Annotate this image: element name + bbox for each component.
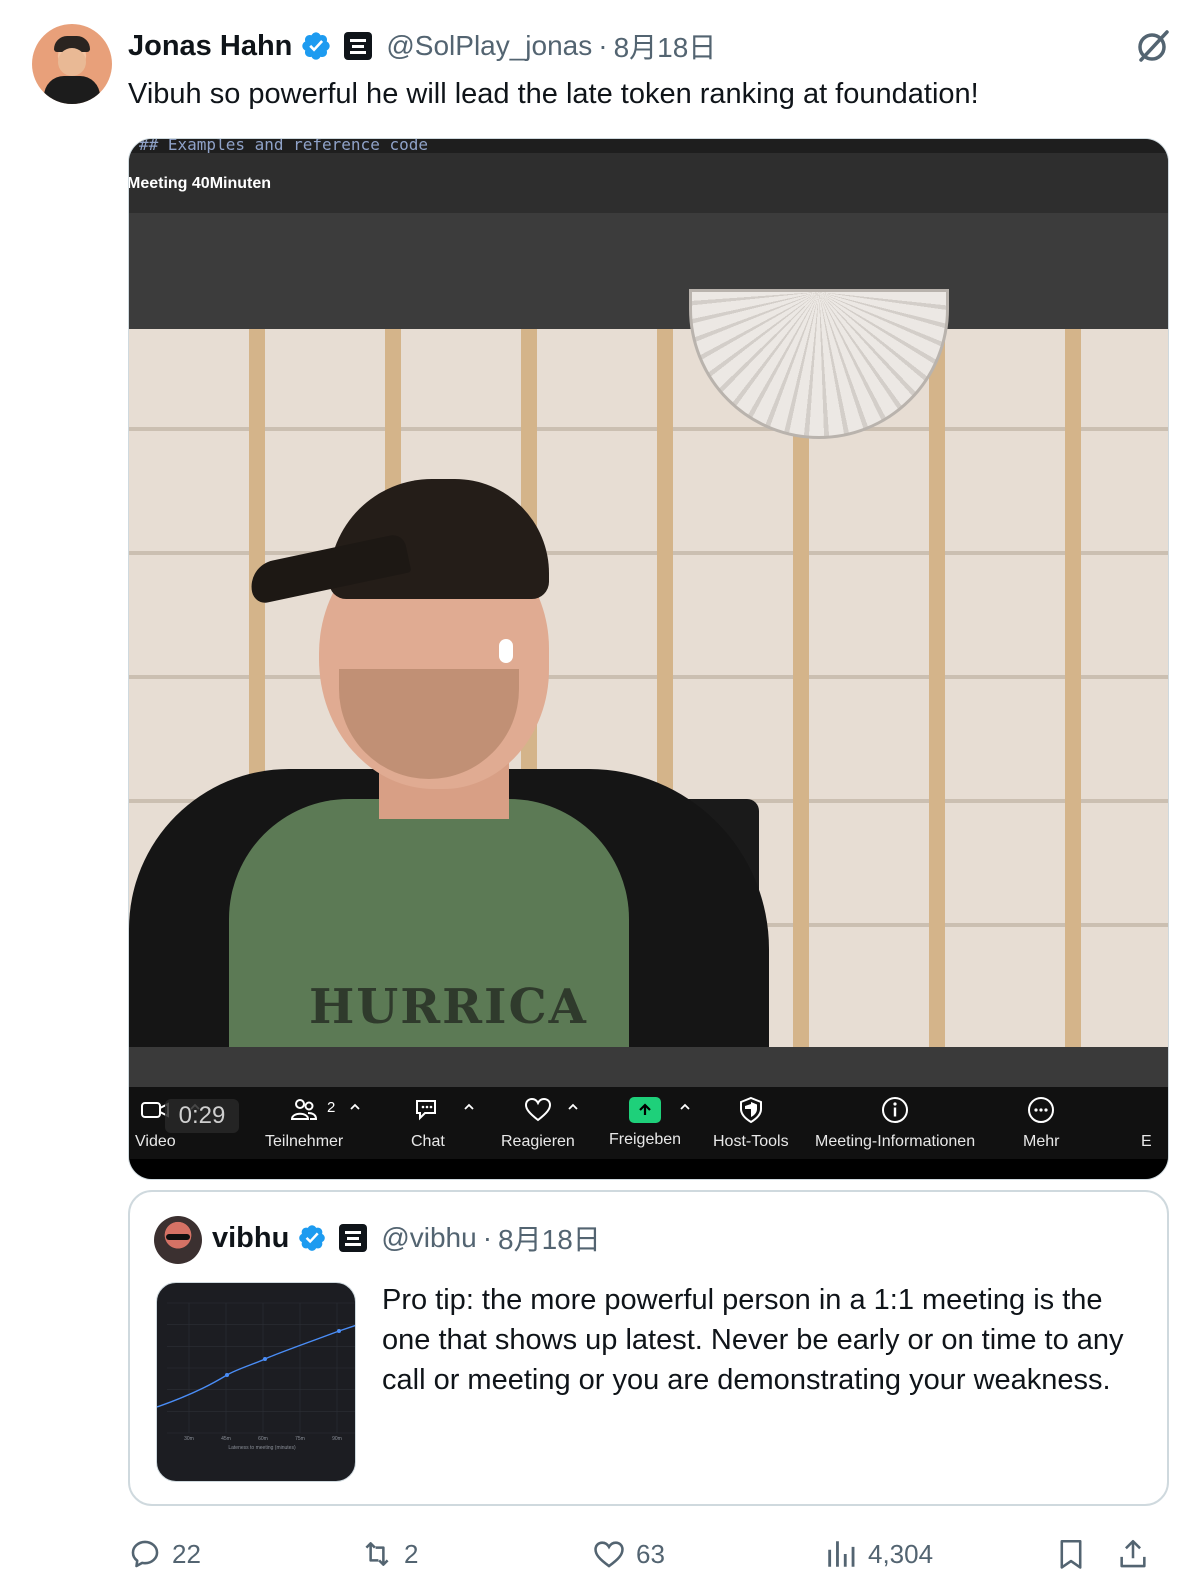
x-tick-label: 60m [258,1436,268,1442]
x-tick-label: 30m [184,1436,194,1442]
chart-point [337,1329,341,1333]
toolbar-participants[interactable]: Teilnehmer [265,1087,343,1159]
chevron-up-icon[interactable] [679,1101,691,1113]
wall-fan [689,289,949,439]
affiliation-badge-icon[interactable] [344,32,373,60]
share-icon[interactable] [1116,1537,1150,1571]
tweet-date[interactable]: 8月18日 [614,26,717,66]
video-bottom-bar [129,1159,1168,1179]
tweet-header: Jonas Hahn @SolPlay_jonas · 8月18日 [128,26,716,66]
toolbar-host-tools-label: Host-Tools [713,1133,789,1150]
chart-marks [157,1324,355,1408]
heart-icon [594,1541,624,1568]
chevron-up-icon[interactable] [463,1101,475,1113]
toolbar-meeting-info-label: Meeting-Informationen [815,1133,976,1150]
x-tick-label: 45m [221,1436,231,1442]
grey-band [129,213,1168,329]
shield-icon [739,1096,762,1124]
lower-band [129,1047,1168,1087]
chart-series-line [157,1324,355,1408]
chat-icon [415,1100,436,1121]
quoted-author-name[interactable]: vibhu [212,1222,289,1255]
share-screen-icon [629,1097,662,1123]
heart-icon [524,1097,551,1122]
grok-icon[interactable] [1133,26,1173,66]
quoted-tweet-header: vibhu @vibhu · 8月18日 [212,1218,601,1258]
toolbar-host-tools[interactable]: Host-Tools [713,1087,789,1159]
toolbar-chat[interactable]: Chat [411,1087,445,1159]
video-timer: 0:29 [165,1099,239,1133]
toolbar-chat-label: Chat [411,1133,445,1150]
chart-point [263,1357,267,1361]
participants-icon [291,1099,318,1120]
participant-count: 2 [327,1099,336,1116]
meeting-top-bar: Meeting 40Minuten [129,153,1168,213]
x-tick-label: 75m [295,1436,305,1442]
chart-xlabel: Lateness to meeting (minutes) [228,1445,296,1451]
author-name[interactable]: Jonas Hahn [128,30,292,63]
quoted-tweet-text: Pro tip: the more powerful person in a 1… [382,1284,1124,1396]
affiliation-badge-icon[interactable] [339,1224,368,1252]
author-avatar[interactable] [32,24,112,104]
like-button[interactable]: 63 [592,1530,665,1578]
repost-button[interactable]: 2 [360,1530,418,1578]
reply-button[interactable]: 22 [128,1530,201,1578]
action-bar: 22 2 63 4,304 [0,1530,1203,1578]
toolbar-more[interactable]: Mehr [1023,1087,1059,1159]
toolbar-end[interactable]: E [1141,1087,1152,1159]
info-icon [882,1097,909,1123]
chevron-up-icon[interactable] [567,1101,579,1113]
reply-icon [131,1540,159,1568]
repost-icon [365,1542,389,1566]
chevron-up-icon[interactable] [349,1101,361,1113]
views-chart-icon [828,1541,855,1567]
verified-badge-icon [302,32,331,60]
view-count: 4,304 [868,1538,934,1569]
quoted-author-avatar[interactable] [154,1216,202,1264]
earbud [499,639,513,663]
views-button[interactable]: 4,304 [824,1530,933,1578]
toolbar-meeting-info[interactable]: Meeting-Informationen [815,1087,975,1159]
toolbar-more-label: Mehr [1023,1133,1060,1150]
reply-count: 22 [172,1538,201,1569]
toolbar-end-label: E [1141,1133,1152,1150]
toolbar-react[interactable]: Reagieren [501,1087,575,1159]
chart-point [225,1373,229,1377]
chart-svg: 30m 45m 60m 75m 90m Lateness to meeting (min… [157,1302,355,1451]
quoted-author-handle[interactable]: @vibhu [381,1222,476,1254]
x-tick-label: 90m [332,1436,342,1442]
toolbar-participants-label: Teilnehmer [265,1133,344,1150]
tweet-text: Vibuh so powerful he will lead the late … [128,78,979,110]
bookmark-icon[interactable] [1054,1537,1088,1571]
quoted-media-chart[interactable]: 30m 45m 60m 75m 90m Lateness to meeting (min… [156,1282,356,1482]
like-count: 63 [636,1538,665,1569]
code-text: ## Examples and reference code [139,138,428,154]
chart-grid [167,1302,355,1434]
code-strip: ## Examples and reference code [129,138,1168,154]
separator-dot: · [598,30,608,61]
toolbar-react-label: Reagieren [501,1133,575,1150]
toolbar-share[interactable]: Freigeben [609,1087,681,1159]
quoted-tweet[interactable]: vibhu @vibhu · 8月18日 30m 45m 60m 75m 90m Lat… [128,1190,1169,1506]
separator-dot: · [482,1222,493,1253]
toolbar-video-label: Video [135,1133,176,1150]
repost-count: 2 [404,1538,419,1569]
toolbar-share-label: Freigeben [609,1131,682,1148]
meeting-toolbar: Video Teilnehmer 2 Chat Reagieren Freige… [129,1087,1168,1159]
verified-badge-icon [299,1225,326,1251]
meeting-label: Meeting 40Minuten [128,175,272,192]
chart-ticks: 30m 45m 60m 75m 90m [184,1436,342,1442]
video-player[interactable]: ## Examples and reference code Meeting 4… [128,138,1169,1180]
shirt-print: HURRICA [309,979,588,1035]
author-handle[interactable]: @SolPlay_jonas [386,30,592,62]
video-frame: HURRICA [129,289,1168,1049]
quoted-tweet-date[interactable]: 8月18日 [498,1218,601,1258]
more-icon [1028,1097,1055,1123]
